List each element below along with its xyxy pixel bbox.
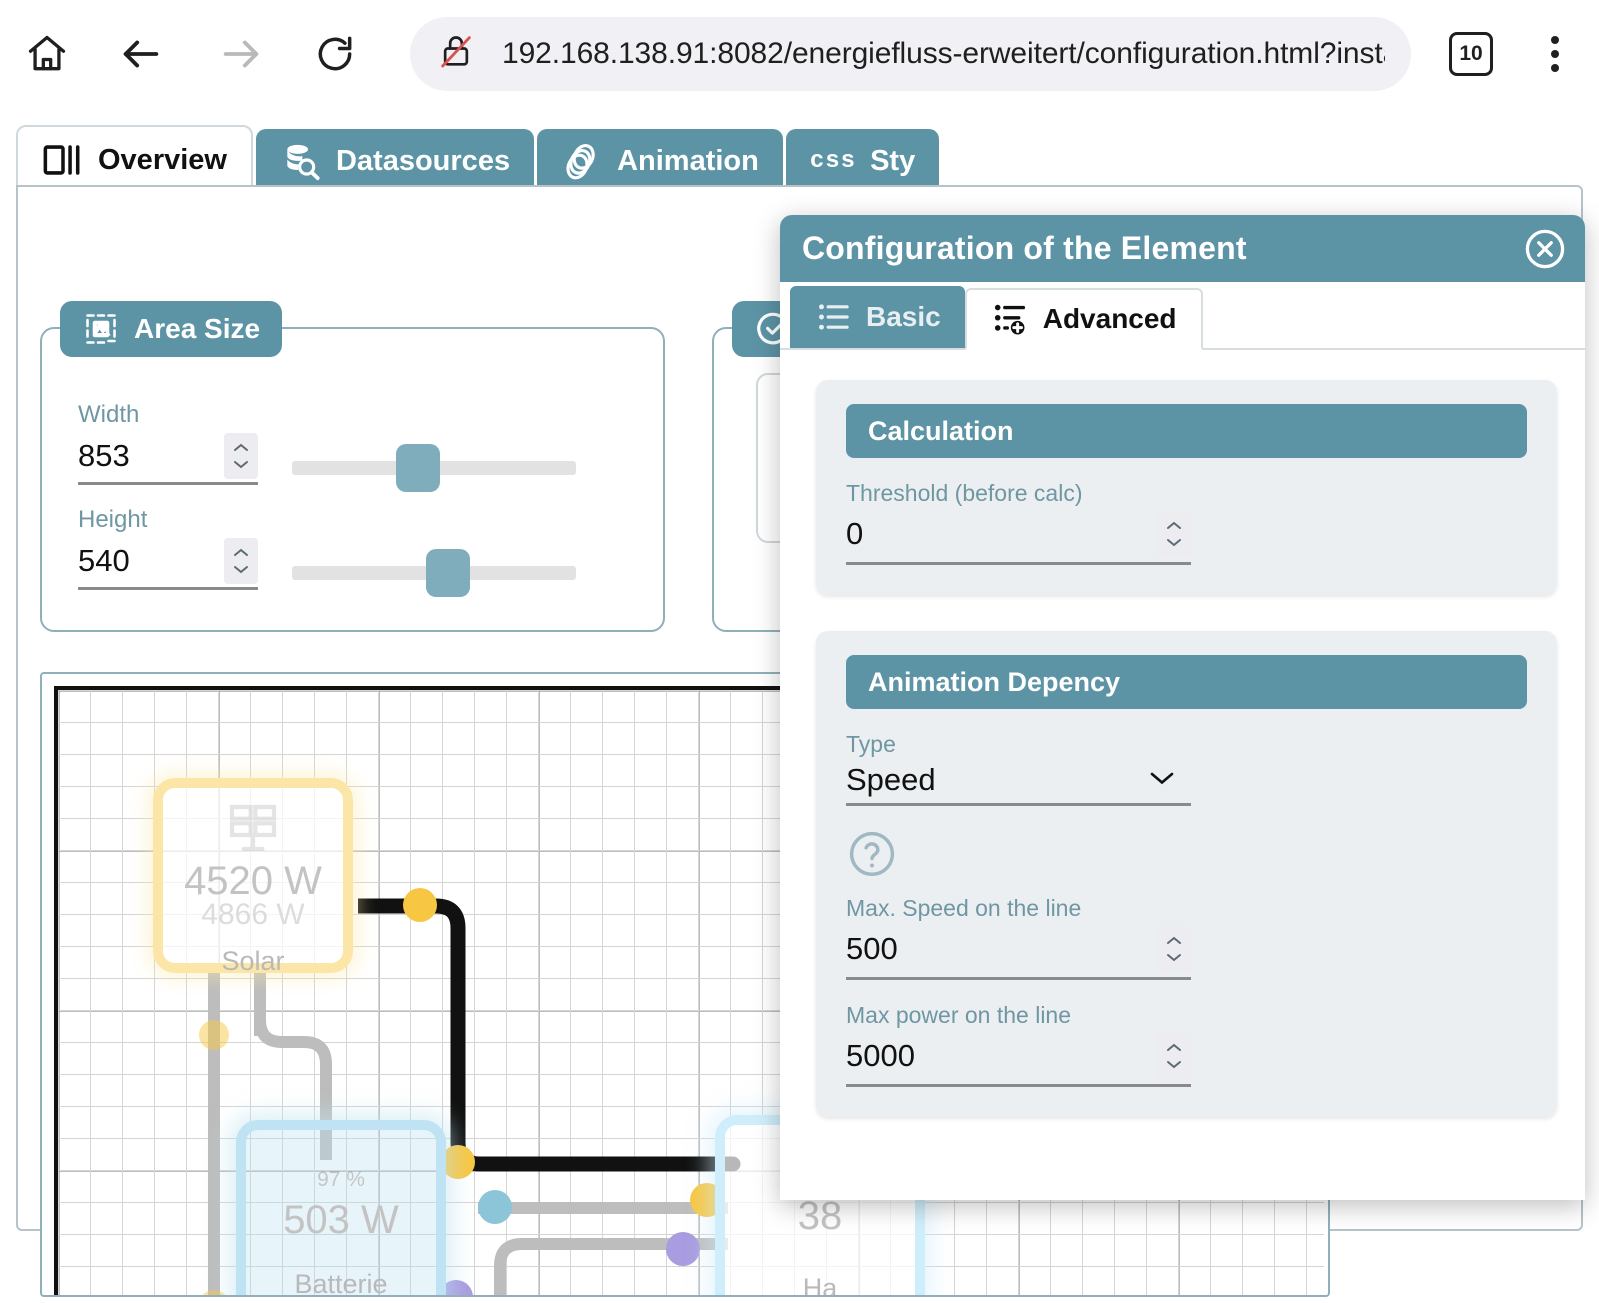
width-slider-thumb[interactable]: [396, 444, 440, 492]
overview-icon: [42, 139, 84, 181]
max-speed-label: Max. Speed on the line: [846, 895, 1082, 921]
max-speed-input[interactable]: 500: [846, 926, 1191, 980]
animation-dependency-section: Animation Depency Type Speed Max. Speed: [816, 631, 1557, 1117]
max-speed-value: 500: [846, 931, 898, 966]
tab-css-styling-label: Sty: [870, 144, 916, 177]
width-value: 853: [78, 438, 130, 474]
forward-arrow-icon: [218, 31, 264, 77]
home-icon: [25, 32, 69, 76]
close-circle-icon[interactable]: [1523, 227, 1567, 271]
back-arrow-icon: [118, 31, 164, 77]
max-power-label: Max power on the line: [846, 1002, 1072, 1028]
tab-advanced[interactable]: Advanced: [964, 288, 1203, 350]
flow-dot-mid: [441, 1145, 475, 1179]
solar-panel-icon: [225, 802, 281, 859]
css-icon: css: [809, 147, 857, 175]
dialog-tabbar: Basic Advanced: [780, 282, 1585, 350]
dialog-title: Configuration of the Element: [802, 230, 1247, 266]
threshold-input[interactable]: 0: [846, 511, 1191, 565]
node-battery-percent: 97 %: [317, 1168, 365, 1191]
width-input[interactable]: 853: [78, 433, 258, 485]
area-size-card: Area Size Width 853 Height 540: [40, 301, 665, 632]
height-label: Height: [78, 506, 148, 533]
area-size-card-label: Area Size: [134, 313, 261, 344]
tab-datasources-label: Datasources: [335, 144, 511, 177]
kebab-dot: [1551, 63, 1559, 72]
datasources-icon: [280, 140, 322, 182]
element-configuration-dialog: Configuration of the Element Basic Advan…: [780, 215, 1585, 1200]
calculation-section: Calculation Threshold (before calc) 0: [816, 380, 1557, 595]
dialog-header: Configuration of the Element: [780, 215, 1585, 282]
help-circle-icon[interactable]: [846, 828, 1527, 885]
max-power-value: 5000: [846, 1038, 915, 1073]
flow-dot-purple-1: [666, 1232, 700, 1266]
list-icon: [814, 297, 854, 337]
tab-count-label: 10: [1459, 41, 1483, 65]
height-field-row: Height 540: [78, 506, 576, 597]
home-button[interactable]: [14, 21, 80, 87]
tab-overview-label: Overview: [98, 143, 227, 176]
node-solar-label: Solar: [221, 946, 285, 976]
list-add-icon: [991, 299, 1031, 339]
url-text: 192.168.138.91:8082/energiefluss-erweite…: [502, 36, 1385, 70]
node-solar-sub: 4866 W: [201, 898, 305, 931]
width-slider[interactable]: [292, 444, 576, 492]
tab-basic-label: Basic: [866, 301, 941, 332]
chevron-down-icon[interactable]: [1147, 769, 1177, 792]
max-speed-stepper[interactable]: [1157, 926, 1191, 972]
tab-animation-label: Animation: [617, 144, 759, 177]
flow-dot-solar: [403, 888, 437, 922]
reload-icon: [313, 32, 357, 76]
max-power-input[interactable]: 5000: [846, 1033, 1191, 1087]
back-button[interactable]: [108, 21, 174, 87]
type-select[interactable]: Speed: [846, 762, 1191, 806]
reload-button[interactable]: [302, 21, 368, 87]
animation-icon: [561, 140, 603, 182]
tab-datasources[interactable]: Datasources: [255, 129, 535, 193]
width-stepper[interactable]: [224, 433, 258, 479]
type-value: Speed: [846, 762, 936, 797]
tab-counter-button[interactable]: 10: [1449, 31, 1493, 76]
not-secure-icon[interactable]: [436, 31, 476, 76]
width-field-row: Width 853: [78, 401, 576, 492]
page-content: Overview Datasources Animation css Sty A…: [0, 107, 1599, 1303]
kebab-dot: [1551, 49, 1559, 58]
tab-animation[interactable]: Animation: [537, 129, 783, 193]
dialog-body: Calculation Threshold (before calc) 0 An…: [780, 352, 1585, 1200]
kebab-dot: [1551, 35, 1559, 44]
node-battery-label: Batterie: [294, 1269, 388, 1297]
flow-dot-battery-out: [478, 1190, 512, 1224]
browser-toolbar: 192.168.138.91:8082/energiefluss-erweite…: [0, 0, 1599, 107]
height-stepper[interactable]: [224, 538, 258, 584]
height-slider[interactable]: [292, 549, 576, 597]
node-house-value: 38: [797, 1194, 843, 1238]
height-value: 540: [78, 543, 130, 579]
node-solar[interactable]: 4520 W 4866 W Solar: [153, 778, 353, 976]
image-area-icon: [82, 310, 120, 348]
height-slider-thumb[interactable]: [426, 549, 470, 597]
tab-css-styling[interactable]: css Sty: [785, 129, 940, 193]
tab-basic[interactable]: Basic: [790, 286, 965, 348]
animation-dependency-heading: Animation Depency: [846, 655, 1527, 709]
type-label: Type: [846, 731, 896, 757]
node-house-label: Ha: [802, 1273, 838, 1297]
address-bar[interactable]: 192.168.138.91:8082/energiefluss-erweite…: [410, 16, 1411, 91]
flow-dot-idle-1: [199, 1020, 229, 1050]
forward-button[interactable]: [208, 21, 274, 87]
calculation-heading: Calculation: [846, 404, 1527, 458]
tab-advanced-label: Advanced: [1042, 303, 1177, 334]
flow-dot-idle-2: [199, 1290, 229, 1295]
threshold-label: Threshold (before calc): [846, 480, 1083, 506]
max-power-stepper[interactable]: [1157, 1033, 1191, 1079]
height-input[interactable]: 540: [78, 538, 258, 590]
width-label: Width: [78, 401, 140, 428]
node-battery-value: 503 W: [283, 1198, 399, 1242]
threshold-stepper[interactable]: [1157, 511, 1191, 557]
app-tabbar: Overview Datasources Animation css Sty: [16, 121, 942, 193]
threshold-value: 0: [846, 516, 864, 551]
area-size-card-title: Area Size: [60, 301, 283, 357]
tab-overview[interactable]: Overview: [16, 125, 253, 193]
browser-menu-button[interactable]: [1535, 32, 1575, 76]
node-battery[interactable]: 97 % 503 W Batterie: [236, 1120, 446, 1297]
